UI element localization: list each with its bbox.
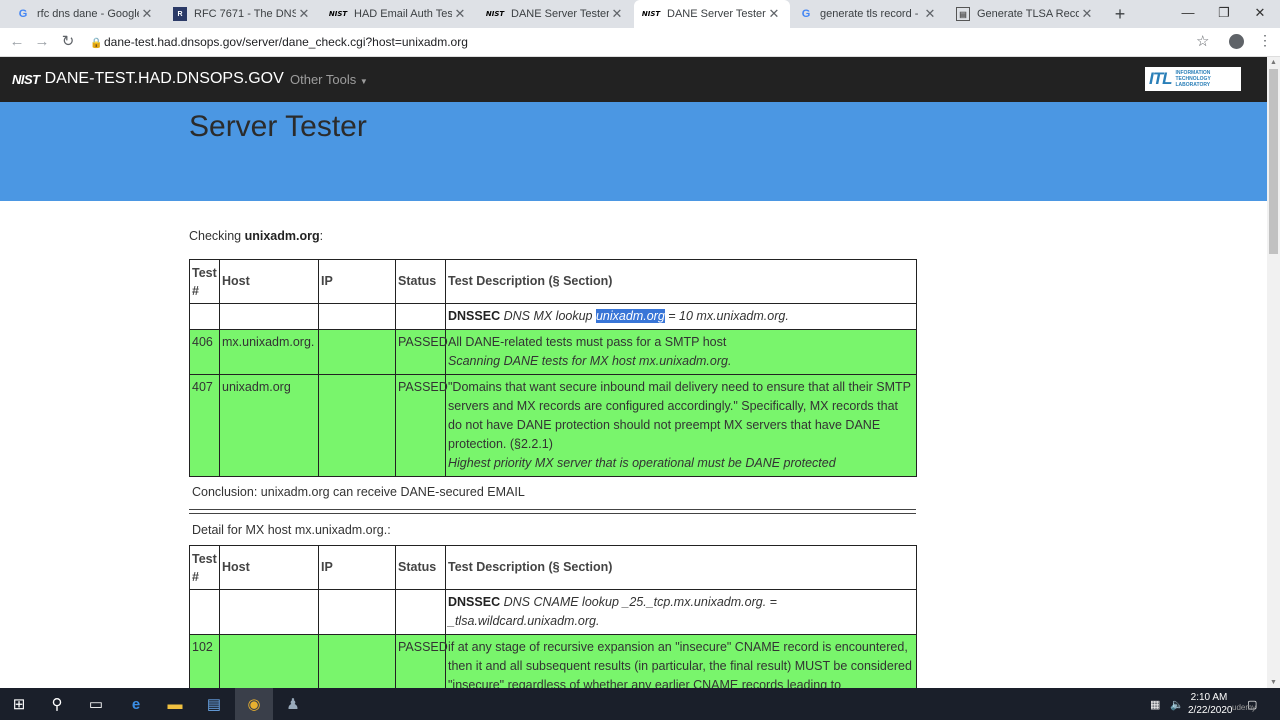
page-icon: ▤ — [956, 7, 970, 21]
bookmark-star-icon[interactable]: ☆ — [1196, 32, 1209, 50]
tab-generate-tlsa-record[interactable]: ▤ Generate TLSA Record ✕ — [948, 0, 1103, 28]
close-window-icon[interactable]: ✕ — [1240, 0, 1280, 28]
file-explorer-icon[interactable]: ▬ — [156, 688, 194, 720]
mx-host-detail-table: Test # Host IP Status Test Description (… — [189, 545, 917, 699]
header-status: Status — [395, 259, 446, 304]
windows-start-icon[interactable]: ⊞ — [0, 688, 38, 720]
caret-down-icon: ▼ — [359, 77, 368, 86]
table-row: 407 unixadm.org PASSED "Domains that wan… — [189, 374, 917, 477]
tab-had-email-auth[interactable]: NIST HAD Email Auth Tester ✕ — [321, 0, 476, 28]
nist-icon: NIST — [328, 10, 348, 18]
hero-banner: Server Tester — [0, 102, 1267, 201]
close-tab-icon[interactable]: ✕ — [452, 6, 468, 22]
tab-rfc-7671[interactable]: R RFC 7671 - The DNS-Ba ✕ — [165, 0, 320, 28]
close-tab-icon[interactable]: ✕ — [1079, 6, 1095, 22]
nist-icon: NIST — [641, 10, 661, 18]
chrome-icon[interactable]: ◉ — [235, 688, 273, 720]
address-bar-row: ← → ↻ 🔒 dane-test.had.dnsops.gov/server/d… — [0, 28, 1280, 57]
dnssec-description: DNSSEC DNS MX lookup unixadm.org = 10 mx… — [445, 303, 917, 330]
server-manager-icon[interactable]: ▤ — [195, 688, 233, 720]
dnssec-row: DNSSEC DNS CNAME lookup _25._tcp.mx.unix… — [189, 589, 917, 635]
rfc-icon: R — [173, 7, 187, 21]
google-icon: G — [18, 8, 28, 20]
results-content: Checking unixadm.org: Test # Host IP Sta… — [189, 222, 917, 699]
tab-generate-tls-record[interactable]: G generate tls record - Go ✕ — [791, 0, 946, 28]
close-tab-icon[interactable]: ✕ — [609, 6, 625, 22]
table-row: 406 mx.unixadm.org. PASSED All DANE-rela… — [189, 329, 917, 375]
header-test-num: Test # — [189, 259, 220, 304]
lock-icon: 🔒 — [90, 38, 103, 49]
close-tab-icon[interactable]: ✕ — [766, 6, 782, 22]
detail-heading: Detail for MX host mx.unixadm.org.: — [192, 523, 391, 537]
search-icon[interactable]: ⚲ — [38, 688, 76, 720]
header-description: Test Description (§ Section) — [445, 545, 917, 590]
reload-icon[interactable]: ↻ — [58, 32, 78, 52]
site-navbar: NIST DANE-TEST.HAD.DNSOPS.GOV Other Tool… — [0, 57, 1267, 102]
checking-line: Checking unixadm.org: — [189, 229, 324, 243]
header-ip: IP — [318, 259, 396, 304]
page-title: Server Tester — [189, 110, 367, 143]
table-header-row: Test # Host IP Status Test Description (… — [189, 545, 917, 590]
scrollbar-thumb[interactable] — [1269, 69, 1278, 254]
header-ip: IP — [318, 545, 396, 590]
url-field[interactable]: 🔒 dane-test.had.dnsops.gov/server/dane_ch… — [90, 32, 468, 52]
site-brand[interactable]: NIST DANE-TEST.HAD.DNSOPS.GOV — [12, 70, 284, 88]
task-view-icon[interactable]: ▭ — [77, 688, 115, 720]
header-status: Status — [395, 545, 446, 590]
header-host: Host — [219, 259, 319, 304]
other-tools-dropdown[interactable]: Other Tools ▼ — [290, 72, 368, 87]
tab-google-rfc-dns-dane[interactable]: G rfc dns dane - Google-o ✕ — [8, 0, 163, 28]
page-scrollbar[interactable]: ▲ ▼ — [1267, 57, 1280, 688]
close-tab-icon[interactable]: ✕ — [296, 6, 312, 22]
nist-logo: NIST — [12, 71, 40, 87]
volume-icon[interactable]: 🔈 — [1170, 688, 1184, 720]
conclusion-text: Conclusion: unixadm.org can receive DANE… — [192, 485, 525, 499]
scroll-down-icon[interactable]: ▼ — [1267, 679, 1280, 686]
close-tab-icon[interactable]: ✕ — [922, 6, 938, 22]
itl-logo: ITL INFORMATION TECHNOLOGY LABORATORY — [1145, 67, 1241, 91]
edge-icon[interactable]: e — [117, 688, 155, 720]
nist-icon: NIST — [485, 10, 505, 18]
dnssec-row: DNSSEC DNS MX lookup unixadm.org = 10 mx… — [189, 303, 917, 330]
app-icon[interactable]: ♟ — [274, 688, 312, 720]
header-description: Test Description (§ Section) — [445, 259, 917, 304]
tab-dane-server-tester-1[interactable]: NIST DANE Server Tester ✕ — [478, 0, 633, 28]
udemy-watermark: udemy — [1232, 703, 1257, 712]
back-icon[interactable]: ← — [7, 32, 27, 52]
selected-text: unixadm.org — [595, 309, 665, 323]
menu-icon[interactable]: ⋮ — [1258, 32, 1272, 49]
mx-results-table: Test # Host IP Status Test Description (… — [189, 259, 917, 477]
google-icon: G — [801, 8, 811, 20]
minimize-icon[interactable]: — — [1168, 0, 1208, 28]
tab-dane-server-tester-active[interactable]: NIST DANE Server Tester ✕ — [634, 0, 790, 28]
taskbar-clock[interactable]: 2:10 AM 2/22/2020 — [1188, 691, 1233, 717]
header-host: Host — [219, 545, 319, 590]
forward-icon[interactable]: → — [32, 32, 52, 52]
restore-icon[interactable]: ❐ — [1204, 0, 1244, 28]
close-tab-icon[interactable]: ✕ — [139, 6, 155, 22]
table-header-row: Test # Host IP Status Test Description (… — [189, 259, 917, 304]
new-tab-button[interactable]: + — [1110, 4, 1130, 25]
header-test-num: Test # — [189, 545, 220, 590]
network-icon[interactable]: ▦ — [1150, 688, 1160, 720]
scroll-up-icon[interactable]: ▲ — [1267, 59, 1280, 66]
browser-tab-strip: G rfc dns dane - Google-o ✕ R RFC 7671 -… — [0, 0, 1280, 28]
windows-taskbar: ⊞ ⚲ ▭ e ▬ ▤ ◉ ♟ ▦ 🔈 2:10 AM 2/22/2020 ▢ — [0, 688, 1280, 720]
account-icon[interactable] — [1229, 34, 1244, 49]
